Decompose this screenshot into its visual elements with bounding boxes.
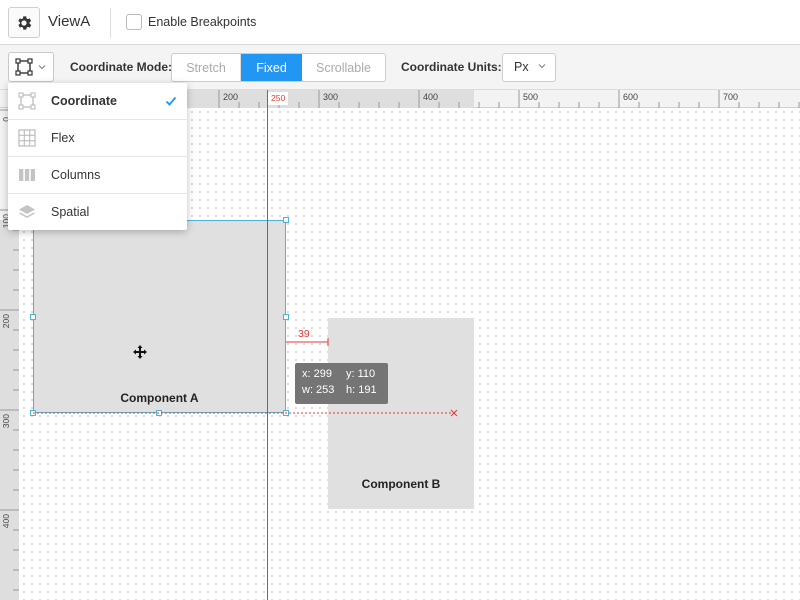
menu-item-coordinate[interactable]: Coordinate	[8, 83, 187, 119]
coordinate-layout-icon	[18, 92, 36, 110]
tooltip-x: x: 299	[302, 368, 332, 380]
menu-item-spatial[interactable]: Spatial	[8, 194, 187, 230]
columns-icon	[19, 169, 35, 181]
tooltip-w: w: 253	[302, 384, 335, 396]
flex-grid-icon	[18, 129, 36, 147]
menu-item-columns[interactable]: Columns	[8, 157, 187, 193]
app-root: ViewA Enable Breakpoints Coordinate Mode…	[0, 0, 800, 600]
layout-type-menu: Coordinate Flex Columns Spatial	[8, 83, 187, 230]
vertical-guide-line[interactable]	[267, 90, 268, 600]
checkmark-icon	[165, 96, 177, 106]
menu-item-label: Spatial	[51, 205, 90, 219]
menu-item-label: Coordinate	[51, 94, 117, 108]
guide-position-marker: 250	[268, 92, 289, 105]
geometry-tooltip: x: 299 y: 110 w: 253 h: 191	[295, 363, 388, 404]
tooltip-y: y: 110	[346, 368, 376, 380]
layers-icon	[19, 205, 35, 218]
tooltip-h: h: 191	[346, 384, 377, 396]
menu-item-label: Columns	[51, 168, 101, 182]
menu-item-flex[interactable]: Flex	[8, 120, 187, 156]
distance-label: 39	[298, 328, 310, 340]
menu-item-label: Flex	[51, 131, 75, 145]
